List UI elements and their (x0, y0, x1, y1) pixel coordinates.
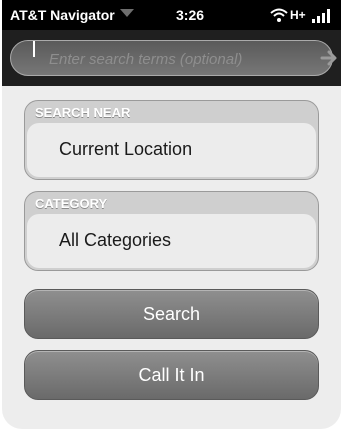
search-field[interactable] (10, 40, 337, 76)
clock: 3:26 (176, 7, 205, 23)
wifi-icon (270, 8, 288, 22)
search-bar (2, 30, 341, 86)
app-name[interactable]: AT&T Navigator (10, 7, 115, 23)
category-group: CATEGORY All Categories (24, 191, 319, 271)
call-it-in-button[interactable]: Call It In (24, 350, 319, 400)
device-frame: AT&T Navigator 3:26 H+ Enter search term… (0, 0, 343, 429)
status-bar: AT&T Navigator 3:26 H+ (2, 0, 341, 30)
network-type: H+ (290, 8, 306, 22)
category-label: CATEGORY (35, 196, 108, 211)
search-near-group: SEARCH NEAR Current Location (24, 100, 319, 180)
search-near-selector[interactable]: Current Location (27, 123, 316, 177)
chevron-down-icon[interactable] (120, 9, 134, 17)
arrow-right-icon[interactable] (320, 49, 338, 67)
app-screen: AT&T Navigator 3:26 H+ Enter search term… (2, 0, 341, 429)
search-near-value: Current Location (59, 139, 193, 159)
category-selector[interactable]: All Categories (27, 214, 316, 268)
signal-bars-icon (312, 9, 330, 23)
search-near-label: SEARCH NEAR (35, 105, 131, 120)
search-input[interactable] (47, 45, 291, 73)
search-button[interactable]: Search (24, 289, 319, 339)
text-cursor (33, 41, 35, 57)
category-value: All Categories (59, 230, 172, 250)
